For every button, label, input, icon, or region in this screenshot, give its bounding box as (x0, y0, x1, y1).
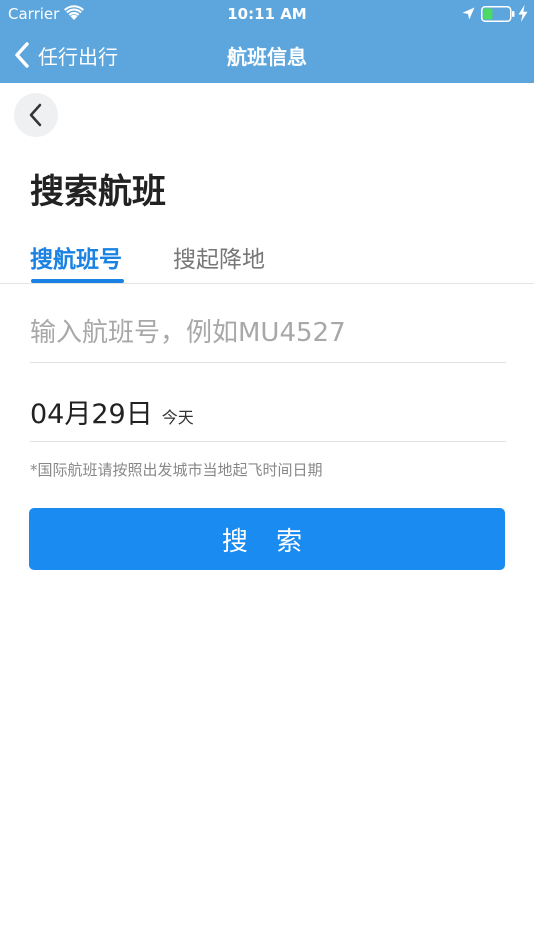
charging-bolt-icon (518, 5, 528, 22)
date-value: 04月29日 (30, 399, 153, 430)
tab-departure-arrival[interactable]: 搜起降地 (173, 240, 265, 274)
search-button[interactable]: 搜 索 (29, 508, 505, 570)
navigation-bar: 任行出行 航班信息 (0, 28, 534, 83)
date-divider (30, 441, 506, 442)
tab-flight-number[interactable]: 搜航班号 (30, 240, 122, 274)
date-relative-label: 今天 (161, 408, 194, 427)
date-selector[interactable]: 04月29日 今天 (30, 392, 194, 431)
back-button[interactable] (14, 93, 58, 137)
international-flight-hint: *国际航班请按照出发城市当地起飞时间日期 (30, 461, 323, 479)
flight-number-input[interactable] (30, 308, 506, 358)
status-bar: Carrier 10:11 AM (0, 0, 534, 28)
battery-icon (481, 6, 515, 22)
input-divider (30, 362, 506, 363)
page-title: 搜索航班 (30, 172, 166, 212)
tab-divider (0, 283, 534, 284)
status-time: 10:11 AM (227, 5, 307, 23)
nav-title: 航班信息 (227, 45, 307, 69)
location-arrow-icon (462, 7, 475, 20)
chevron-left-icon (29, 103, 42, 127)
